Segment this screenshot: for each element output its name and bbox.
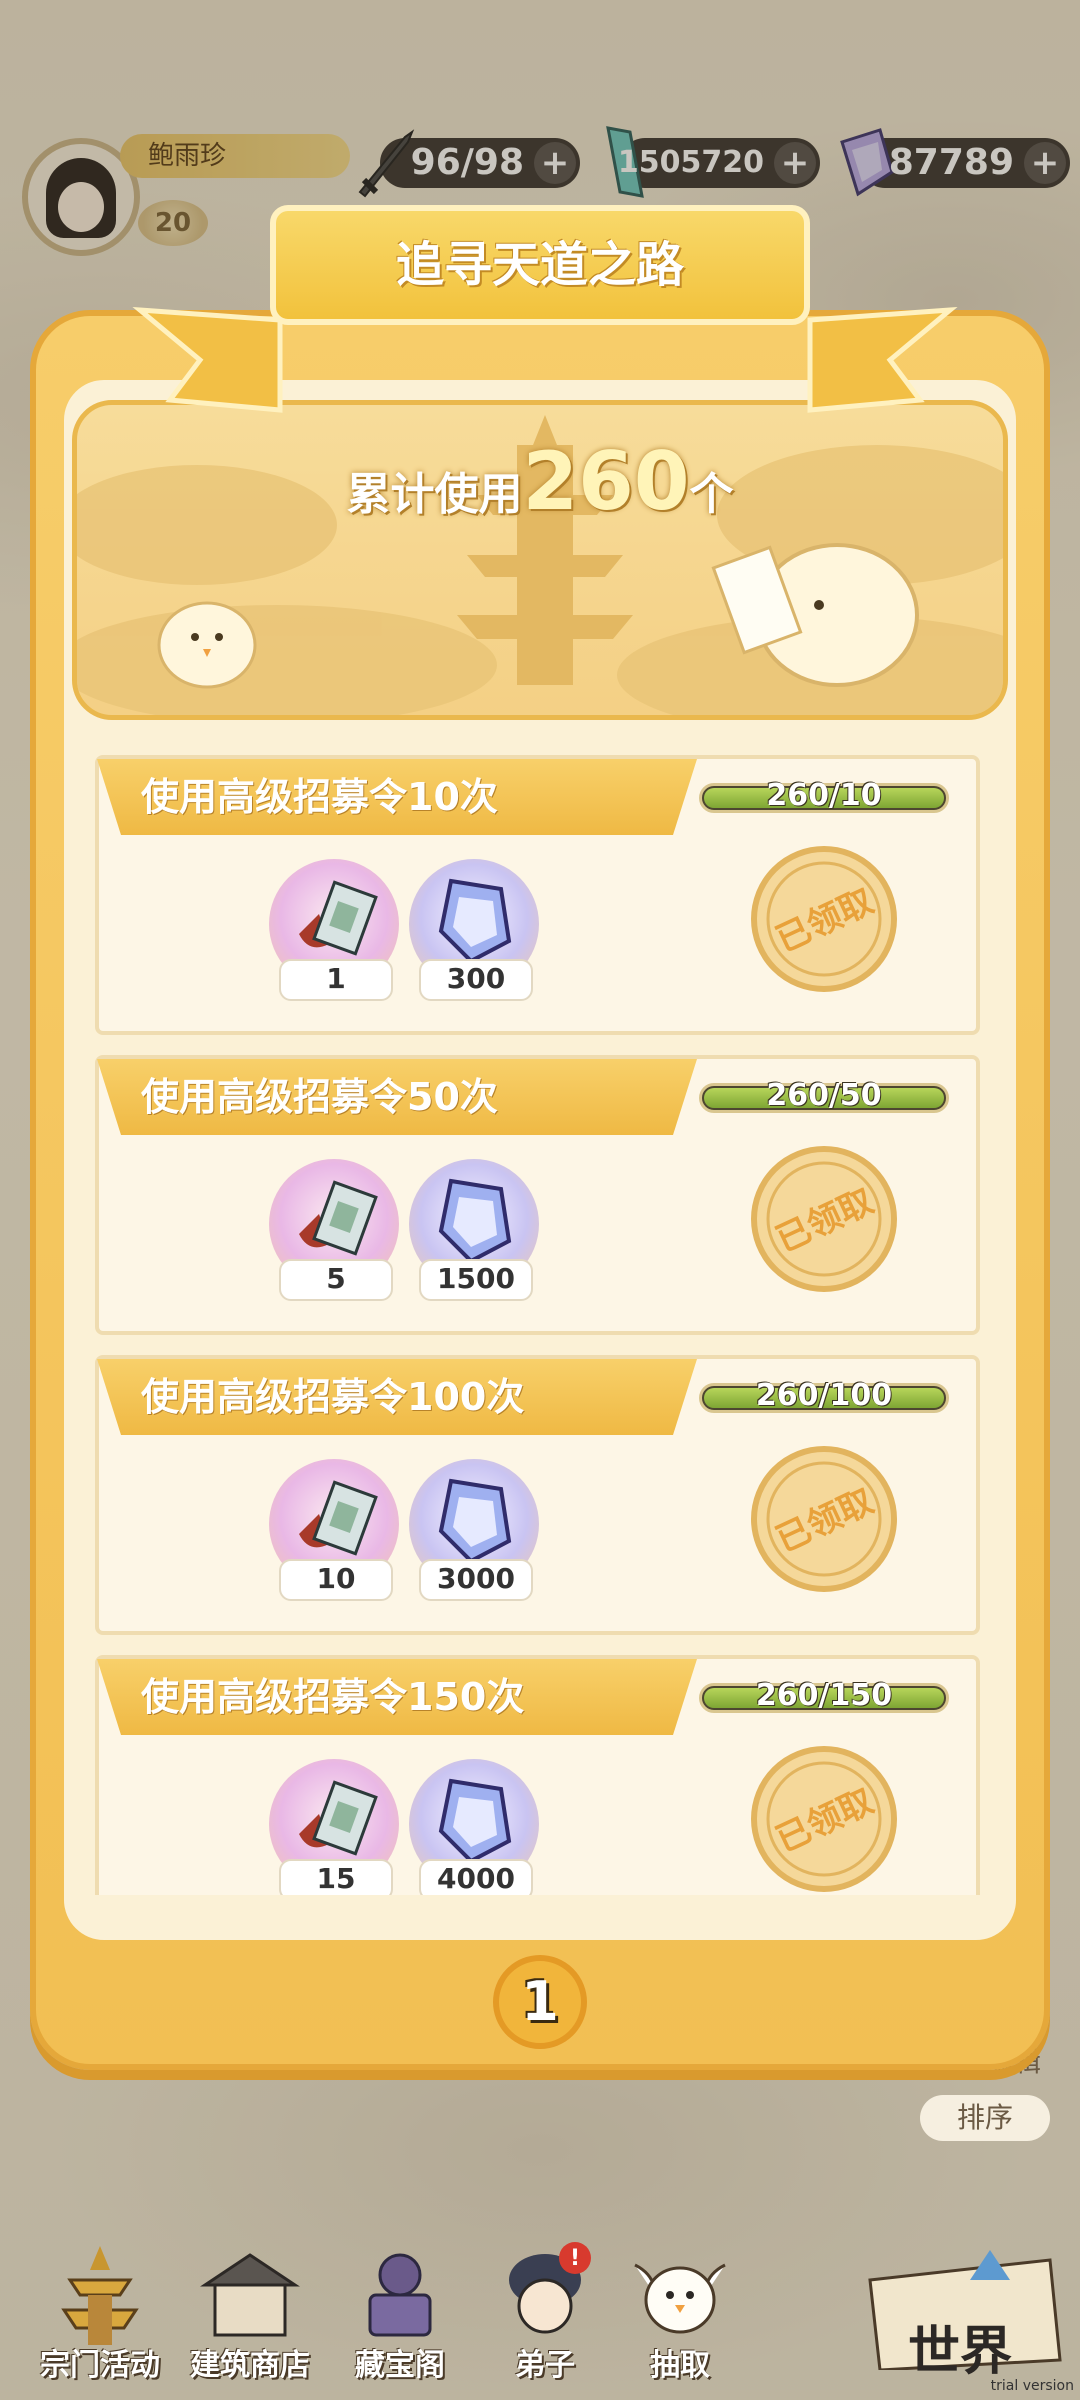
nav-label: 抽取 [650,2348,710,2383]
gem-icon [438,1178,512,1264]
pagoda-icon [61,2246,139,2345]
nav-building-shop[interactable]: 建筑商店 [170,2220,330,2400]
chick-icon [634,2263,726,2334]
modal-title: 追寻天道之路 [270,205,810,325]
task-title: 使用高级招募令100次 [97,1359,697,1435]
claimed-stamp: 已领取 [751,846,897,992]
reward-count: 10 [279,1559,393,1601]
nav-sect-activity[interactable]: 宗门活动 [20,2220,180,2400]
cumulative-prefix: 累计使用 [346,469,523,520]
svg-text:!: ! [570,2246,580,2271]
nav-label: 宗门活动 [40,2348,160,2383]
reward-count: 15 [279,1859,393,1895]
page-indicator[interactable]: 1 [493,1955,587,2049]
reward-recruit-token[interactable]: 1 [269,859,399,1001]
reward-count: 4000 [419,1859,533,1895]
nav-label: 世界 [907,2322,1012,2382]
task-list[interactable]: 使用高级招募令10次 260/10 1 300 已领取 使用高级招募令50次 2… [95,755,985,1895]
treasure-icon [368,2253,432,2337]
reward-gem[interactable]: 4000 [409,1759,539,1895]
reward-count: 5 [279,1259,393,1301]
progress-bar: 260/100 [699,1378,949,1413]
nav-label: 建筑商店 [190,2348,310,2383]
nav-label: 藏宝阁 [355,2348,445,2383]
claimed-stamp: 已领取 [751,1446,897,1592]
claimed-stamp: 已领取 [751,1146,897,1292]
task-card: 使用高级招募令50次 260/50 5 1500 已领取 [95,1055,980,1335]
reward-gem[interactable]: 3000 [409,1459,539,1601]
nav-treasure-pavilion[interactable]: 藏宝阁 [320,2220,480,2400]
gem-icon [438,1778,512,1864]
progress-text: 260/100 [755,1378,893,1413]
nav-draw[interactable]: 抽取 [600,2220,760,2400]
reward-recruit-token[interactable]: 10 [269,1459,399,1601]
progress-bar: 260/150 [699,1678,949,1713]
reward-count: 3000 [419,1559,533,1601]
recruit-token-icon [299,1480,378,1556]
recruit-token-icon [299,880,378,956]
reward-count: 1 [279,959,393,1001]
chick-mascot-left [157,601,257,689]
nav-world[interactable]: 世界 [850,2220,1070,2400]
progress-bar: 260/50 [699,1078,949,1113]
disciple-icon: ! [509,2242,591,2334]
recruit-token-icon [299,1180,378,1256]
reward-gem[interactable]: 1500 [409,1159,539,1301]
cumulative-suffix: 个 [689,469,734,520]
banner-illustration: 累计使用260个 [72,400,1008,720]
bottom-nav: 宗门活动 建筑商店 藏宝阁 ! 弟子 抽取 世界 [0,2220,1080,2400]
recruit-token-icon [299,1780,378,1856]
cumulative-usage: 累计使用260个 [77,435,1003,528]
task-title: 使用高级招募令150次 [97,1659,697,1735]
gem-icon [438,1478,512,1564]
cumulative-value: 260 [522,435,690,528]
reward-count: 300 [419,959,533,1001]
progress-text: 260/10 [766,778,882,813]
gem-icon [438,878,512,964]
reward-gem[interactable]: 300 [409,859,539,1001]
claimed-stamp: 已领取 [751,1746,897,1892]
reward-recruit-token[interactable]: 5 [269,1159,399,1301]
task-card: 使用高级招募令150次 260/150 15 4000 已领取 [95,1655,980,1895]
trial-watermark: trial version [990,2378,1074,2394]
sort-button[interactable]: 排序 [920,2095,1050,2141]
task-card: 使用高级招募令10次 260/10 1 300 已领取 [95,755,980,1035]
progress-bar: 260/10 [699,778,949,813]
reward-count: 1500 [419,1259,533,1301]
task-title: 使用高级招募令10次 [97,759,697,835]
progress-text: 260/150 [755,1678,893,1713]
building-icon [200,2253,300,2337]
reward-recruit-token[interactable]: 15 [269,1759,399,1895]
task-card: 使用高级招募令100次 260/100 10 3000 已领取 [95,1355,980,1635]
task-title: 使用高级招募令50次 [97,1059,697,1135]
progress-text: 260/50 [766,1078,882,1113]
